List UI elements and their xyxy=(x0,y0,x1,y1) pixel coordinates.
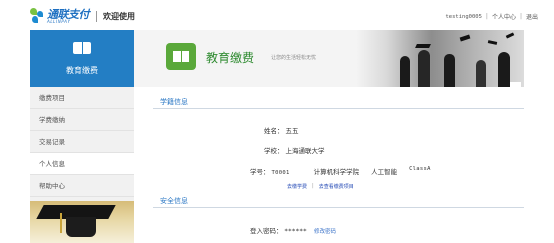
class-value: ClassA xyxy=(409,166,431,172)
sidebar-header: 教育缴费 xyxy=(30,30,134,87)
top-header: 通联支付 ALLINPAY 欢迎使用 testing0005 | 个人中心 | … xyxy=(0,0,554,30)
divider xyxy=(96,10,97,22)
sidebar-title: 教育缴费 xyxy=(66,66,98,75)
school-info-title: 学籍信息 xyxy=(160,98,188,106)
welcome-text: 欢迎使用 xyxy=(103,11,135,21)
banner: 教育缴费 让您的生活轻松无忧 xyxy=(134,30,524,87)
sidebar-item-tuition-payment[interactable]: 学费缴纳 xyxy=(30,109,134,131)
pay-tuition-link[interactable]: 去缴学费 xyxy=(287,183,307,190)
user-links: testing0005 | 个人中心 | 退出 xyxy=(445,12,538,21)
name-value: 五五 xyxy=(285,127,299,135)
security-info-title: 安全信息 xyxy=(160,197,188,205)
user-center-link[interactable]: 个人中心 xyxy=(492,12,516,21)
password-label: 登入密码： xyxy=(250,227,283,235)
school-action-links: 去缴学费 | 去查看缴费项目 xyxy=(287,183,354,190)
view-payment-items-link[interactable]: 去查看缴费项目 xyxy=(319,183,354,190)
book-icon xyxy=(166,43,196,70)
username: testing0005 xyxy=(445,13,482,20)
banner-tab xyxy=(510,82,521,87)
allinpay-logo[interactable]: 通联支付 ALLINPAY 欢迎使用 xyxy=(30,6,135,26)
student-id-value: T0001 xyxy=(271,170,290,176)
college-value: 计算机科学学院 xyxy=(313,168,360,176)
banner-subtitle: 让您的生活轻松无忧 xyxy=(271,55,317,61)
name-label: 姓名： xyxy=(264,127,284,135)
divider: | xyxy=(485,13,488,20)
divider xyxy=(153,207,524,208)
password-row: 登入密码： ****** 修改密码 xyxy=(250,225,336,235)
school-value: 上海通联大学 xyxy=(285,147,325,155)
banner-title: 教育缴费 xyxy=(206,51,255,65)
edit-password-link[interactable]: 修改密码 xyxy=(314,229,336,235)
logo-text: 通联支付 xyxy=(47,7,90,21)
password-value: ****** xyxy=(284,227,307,235)
graduates-photo xyxy=(356,30,524,87)
graduation-cap-image xyxy=(30,201,134,243)
allinpay-logo-icon xyxy=(30,8,44,24)
sidebar: 教育缴费 缴费项目 学费缴纳 交易记录 个人信息 帮助中心 xyxy=(30,30,134,243)
sidebar-item-transaction-records[interactable]: 交易记录 xyxy=(30,131,134,153)
sidebar-item-help-center[interactable]: 帮助中心 xyxy=(30,175,134,197)
logo-subtext: ALLINPAY xyxy=(47,18,71,24)
logout-link[interactable]: 退出 xyxy=(526,12,538,21)
name-row: 姓名： 五五 xyxy=(264,125,299,135)
divider xyxy=(153,108,524,109)
sidebar-item-personal-info[interactable]: 个人信息 xyxy=(30,153,134,175)
sidebar-item-payment-items[interactable]: 缴费项目 xyxy=(30,87,134,109)
school-row: 学校： 上海通联大学 xyxy=(264,145,325,155)
school-label: 学校： xyxy=(264,147,284,155)
major-value: 人工智能 xyxy=(371,168,398,176)
divider: | xyxy=(519,13,522,20)
student-id-row: 学号： T0001 计算机科学学院 人工智能 ClassA xyxy=(250,166,443,176)
student-id-label: 学号： xyxy=(250,168,270,176)
divider: | xyxy=(312,183,314,189)
book-icon xyxy=(73,42,91,56)
